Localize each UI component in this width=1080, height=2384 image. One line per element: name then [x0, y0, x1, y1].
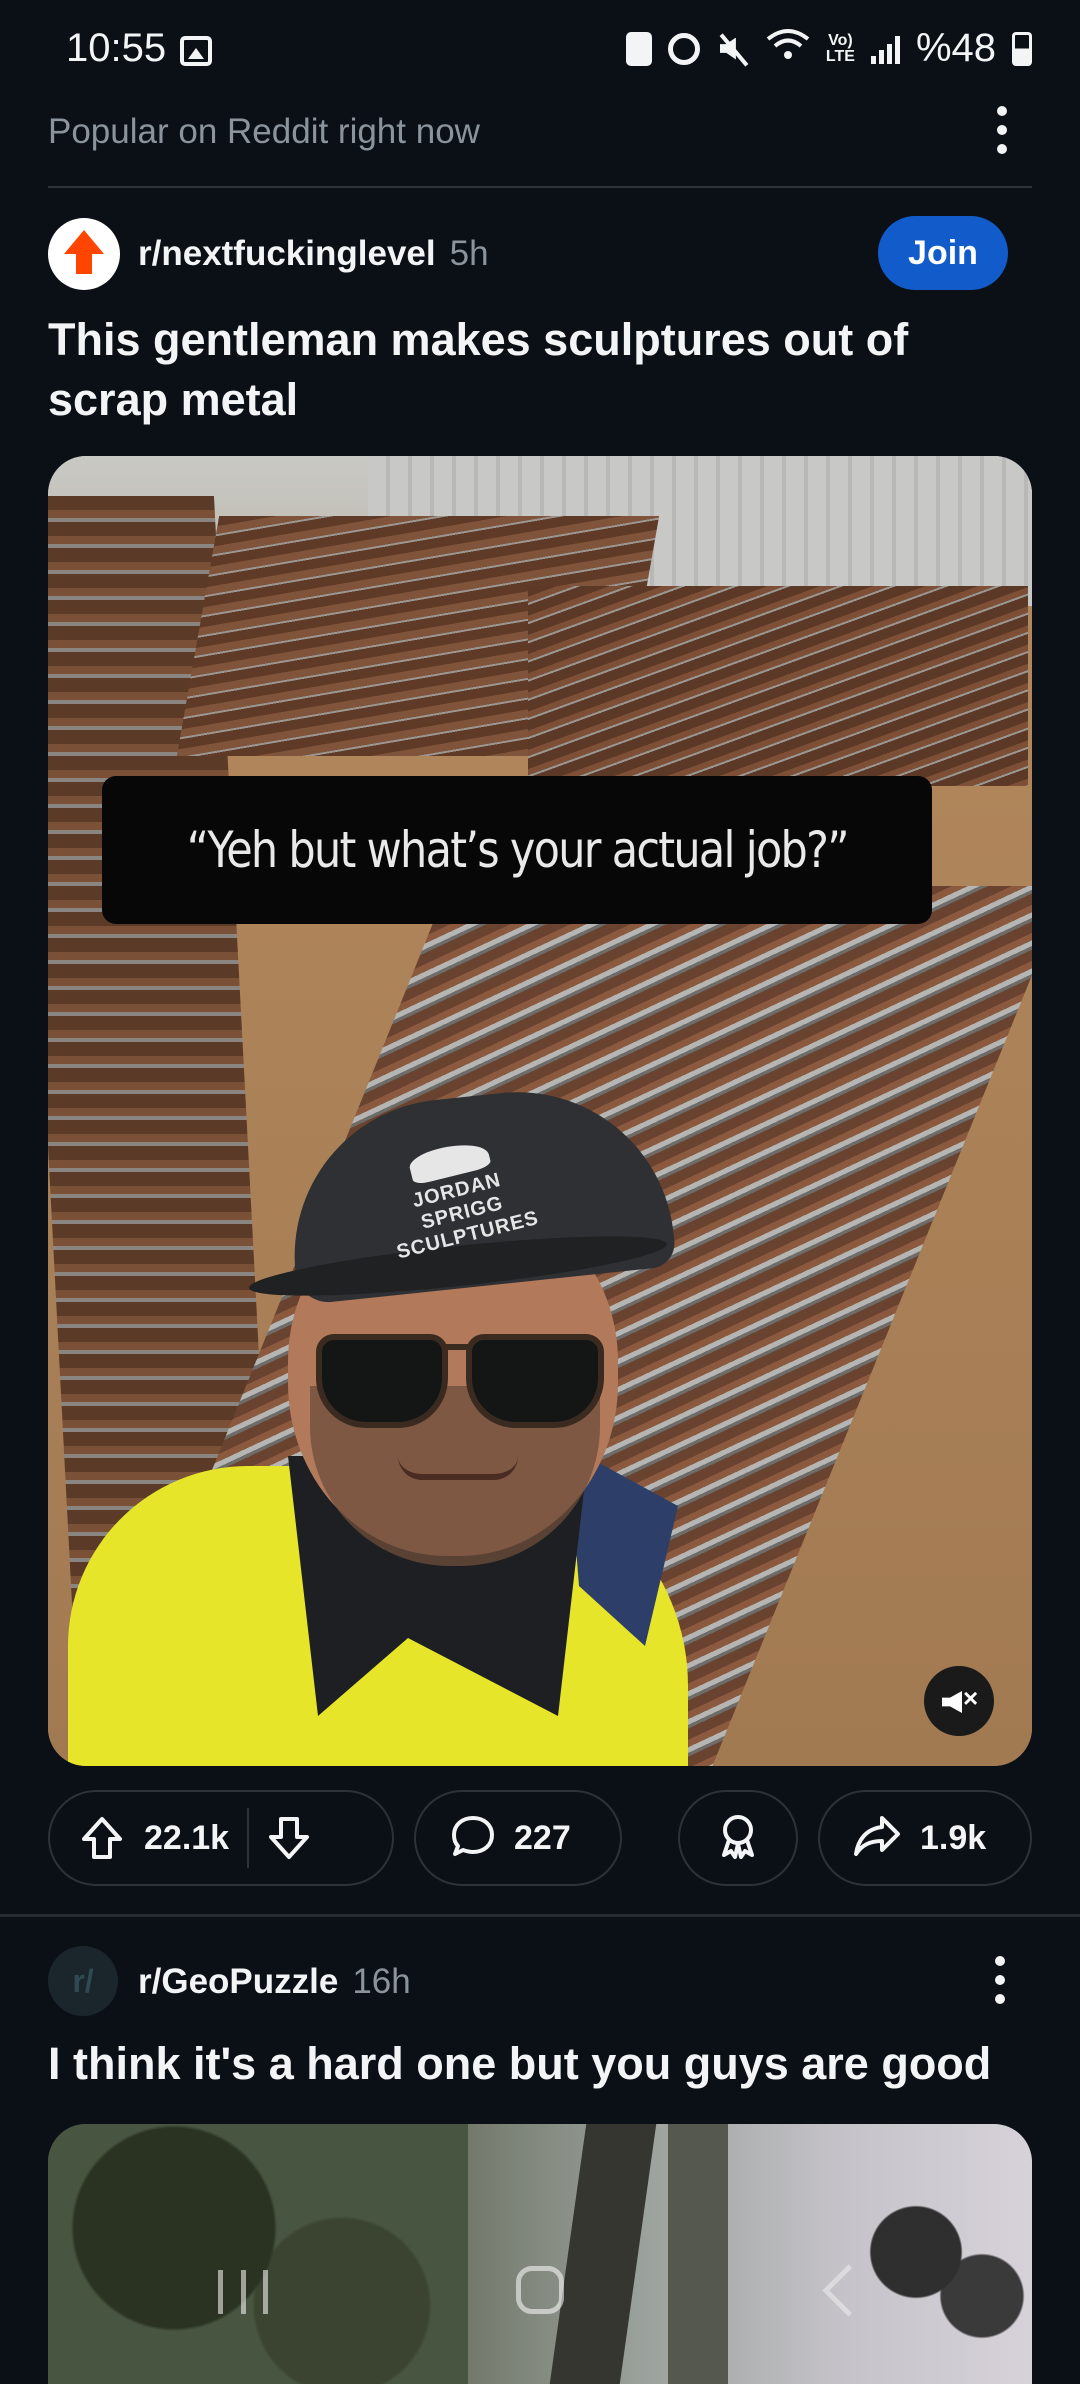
vote-control: 22.1k — [48, 1790, 394, 1886]
video-person: JORDAN SPRIGG SCULPTURES — [48, 456, 1032, 1766]
battery-icon — [1012, 31, 1032, 66]
post-header: r/ r/GeoPuzzle 16h — [48, 1946, 1032, 2018]
system-nav-bar — [0, 2240, 1080, 2340]
feed-header: Popular on Reddit right now — [48, 100, 1032, 188]
post-more-options-icon[interactable] — [994, 1956, 1006, 2008]
comments-button[interactable]: 227 — [414, 1790, 622, 1886]
speaker-muted-icon — [942, 1683, 978, 1715]
subreddit-name[interactable]: r/GeoPuzzle — [138, 1962, 338, 2001]
feed-header-title: Popular on Reddit right now — [48, 112, 480, 151]
share-button[interactable]: 1.9k — [818, 1790, 1032, 1886]
subreddit-name[interactable]: r/nextfuckinglevel — [138, 234, 436, 273]
status-time: 10:55 — [66, 26, 167, 70]
sunglasses — [316, 1334, 448, 1428]
home-button[interactable] — [516, 2266, 564, 2314]
post-header: r/nextfuckinglevel 5h Join — [48, 216, 1032, 296]
recent-apps-button[interactable] — [218, 2270, 268, 2314]
share-count: 1.9k — [920, 1818, 987, 1857]
back-button[interactable] — [822, 2264, 875, 2317]
status-icons: Vo) LTE %48 — [625, 26, 1032, 71]
award-icon — [716, 1813, 760, 1864]
subreddit-link[interactable]: r/GeoPuzzle 16h — [138, 1962, 411, 2002]
status-bar: 10:55 Vo) LTE %48 — [0, 0, 1080, 100]
award-button[interactable] — [678, 1790, 798, 1886]
join-button[interactable]: Join — [878, 216, 1008, 290]
share-icon — [852, 1814, 902, 1863]
upvote-icon[interactable] — [80, 1815, 124, 1861]
mouth — [398, 1456, 518, 1480]
post-title[interactable]: I think it's a hard one but you guys are… — [48, 2038, 991, 2090]
post-separator — [0, 1914, 1080, 1917]
signal-icon — [870, 34, 900, 64]
downvote-icon[interactable] — [267, 1815, 311, 1861]
volte-icon: Vo) LTE — [825, 31, 855, 65]
subreddit-avatar[interactable]: r/ — [48, 1946, 118, 2016]
alarm-icon — [667, 32, 700, 65]
upvote-count: 22.1k — [144, 1818, 230, 1857]
post-title[interactable]: This gentleman makes sculptures out of s… — [48, 310, 1008, 430]
comment-icon — [450, 1814, 496, 1863]
sync-icon — [625, 31, 652, 66]
battery-percent: %48 — [915, 26, 996, 70]
vote-divider — [247, 1808, 250, 1868]
sunglasses — [466, 1334, 604, 1428]
mute-toggle-button[interactable] — [924, 1666, 994, 1736]
post-action-bar: 22.1k 227 1.9k — [48, 1790, 1032, 1890]
subreddit-link[interactable]: r/nextfuckinglevel 5h — [138, 234, 489, 274]
feed-more-options-icon[interactable] — [996, 106, 1008, 158]
wifi-icon — [766, 26, 810, 71]
subreddit-avatar[interactable] — [48, 218, 120, 290]
network-label: LTE — [825, 47, 855, 65]
mute-icon — [716, 32, 750, 66]
post-age: 16h — [352, 1962, 411, 2001]
comment-count: 227 — [514, 1818, 571, 1857]
image-icon — [180, 36, 212, 66]
post-video[interactable]: “Yeh but what’s your actual job?” JORDAN… — [48, 456, 1032, 1766]
post-age: 5h — [449, 234, 489, 273]
